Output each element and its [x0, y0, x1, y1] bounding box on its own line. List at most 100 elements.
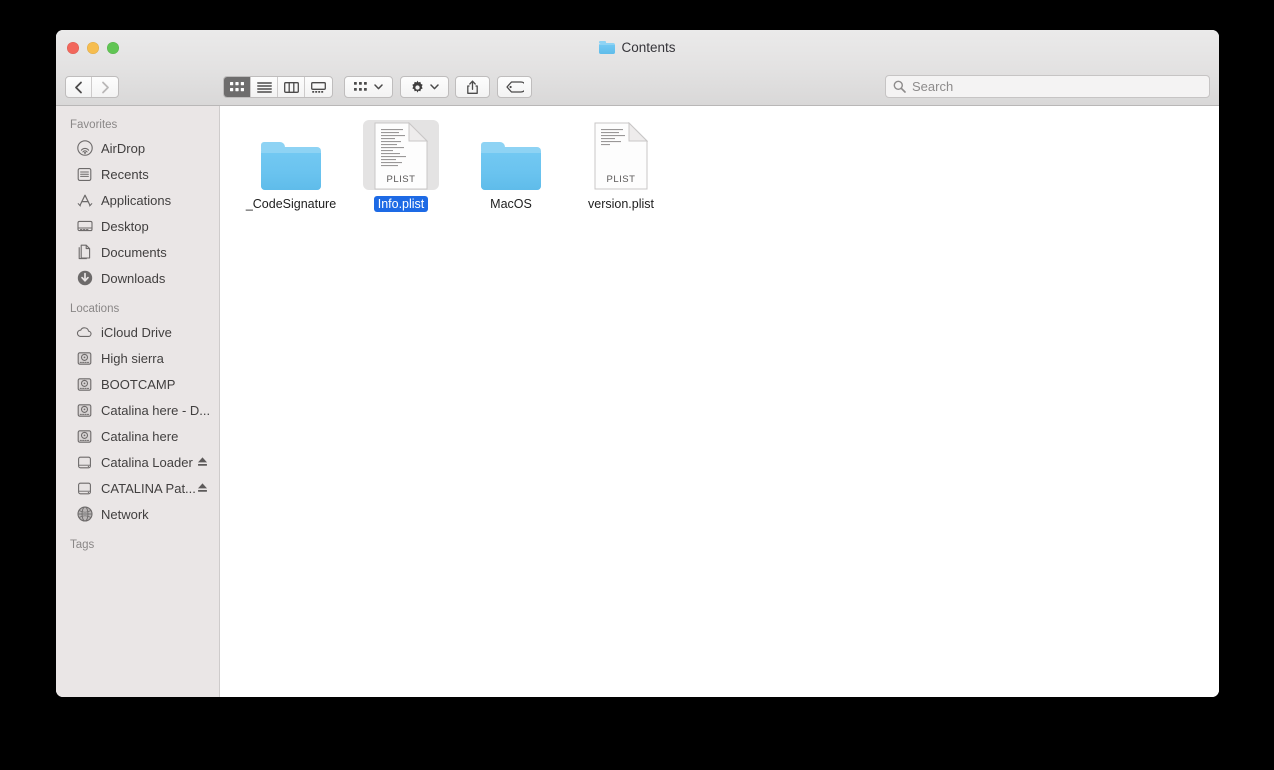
sidebar-item-desktop[interactable]: Desktop — [56, 213, 219, 239]
search-icon — [893, 80, 906, 93]
desktop-icon — [76, 218, 93, 235]
sidebar-item-label: Network — [101, 506, 149, 522]
sidebar-item-label: Documents — [101, 244, 167, 260]
folder-icon — [261, 142, 321, 190]
file-icon-wrap — [473, 120, 549, 190]
file-grid[interactable]: _CodeSignature PLIST Info.plist MacOS PL… — [220, 106, 1219, 697]
sidebar-section-tags-header: Tags — [70, 539, 95, 551]
file-icon-wrap — [253, 120, 329, 190]
sidebar-item-icloud-drive[interactable]: iCloud Drive — [56, 319, 219, 345]
sidebar-item-label: Catalina here - D... — [101, 402, 211, 418]
list-icon — [256, 81, 272, 93]
internal-drive-icon — [76, 376, 93, 393]
window-body: Favorites AirDrop Recents Applications D… — [56, 106, 1219, 697]
recents-icon — [76, 166, 93, 183]
grid-icon — [229, 81, 244, 91]
share-icon — [467, 80, 478, 94]
share-button[interactable] — [455, 76, 490, 98]
sidebar-item-label: High sierra — [101, 350, 164, 366]
sidebar-item-recents[interactable]: Recents — [56, 161, 219, 187]
sidebar-item-catalina-loader[interactable]: Catalina Loader — [56, 449, 219, 475]
chevron-right-icon — [101, 81, 109, 93]
list-view-button[interactable] — [251, 77, 278, 97]
toolbar: Search — [56, 68, 1219, 106]
sidebar-item-label: Catalina Loader — [101, 454, 193, 470]
sidebar-item-network[interactable]: Network — [56, 501, 219, 527]
finder-window: Contents Search Favorites AirDrop Recent… — [56, 30, 1219, 697]
sidebar-item-bootcamp[interactable]: BOOTCAMP — [56, 371, 219, 397]
gallery-icon — [311, 81, 326, 93]
svg-text:PLIST: PLIST — [387, 174, 416, 185]
internal-drive-icon — [76, 350, 93, 367]
view-mode-buttons — [223, 76, 333, 98]
sidebar-item-label: AirDrop — [101, 140, 146, 156]
sidebar-item-catalina-here-d[interactable]: Catalina here - D... — [56, 397, 219, 423]
forward-button[interactable] — [92, 77, 118, 97]
file-item-info-plist[interactable]: PLIST Info.plist — [346, 116, 456, 212]
downloads-icon — [76, 270, 93, 287]
documents-icon — [76, 244, 93, 261]
chevron-down-icon — [374, 84, 383, 90]
navigation-buttons — [65, 76, 119, 98]
file-label[interactable]: _CodeSignature — [242, 196, 340, 212]
sidebar-item-label: Desktop — [101, 218, 149, 234]
chevron-down-icon — [430, 84, 439, 90]
eject-icon[interactable] — [197, 455, 208, 473]
window-title-text: Contents — [621, 40, 676, 55]
file-item-macos[interactable]: MacOS — [456, 116, 566, 212]
column-view-button[interactable] — [278, 77, 305, 97]
plist-document-icon: PLIST — [594, 122, 648, 190]
folder-icon — [599, 41, 616, 54]
sidebar-item-label: Recents — [101, 166, 149, 182]
title-bar: Contents — [56, 30, 1219, 68]
sidebar-item-airdrop[interactable]: AirDrop — [56, 135, 219, 161]
icon-view-button[interactable] — [224, 77, 251, 97]
sidebar-item-label: CATALINA Pat... — [101, 480, 196, 496]
sidebar-section-locations-header: Locations — [70, 303, 120, 315]
sidebar-item-label: Downloads — [101, 270, 166, 286]
airdrop-icon — [76, 140, 93, 157]
file-label[interactable]: version.plist — [584, 196, 658, 212]
gear-icon — [412, 80, 423, 93]
sidebar-section-favorites-header: Favorites — [70, 119, 118, 131]
sidebar-item-catalina-here[interactable]: Catalina here — [56, 423, 219, 449]
action-menu-button[interactable] — [400, 76, 449, 98]
tag-button[interactable] — [497, 76, 532, 98]
internal-drive-icon — [76, 428, 93, 445]
grid-small-icon — [354, 81, 367, 91]
search-input[interactable]: Search — [912, 79, 953, 94]
sidebar-item-downloads[interactable]: Downloads — [56, 265, 219, 291]
sidebar-item-label: Applications — [101, 192, 172, 208]
external-drive-icon — [76, 454, 93, 471]
sidebar-item-label: iCloud Drive — [101, 324, 172, 340]
icloud-icon — [76, 324, 93, 341]
sidebar-item-label: BOOTCAMP — [101, 376, 176, 392]
window-title: Contents — [56, 40, 1219, 55]
gallery-view-button[interactable] — [305, 77, 332, 97]
tag-icon — [505, 81, 524, 93]
eject-icon[interactable] — [197, 481, 208, 499]
external-drive-icon — [76, 480, 93, 497]
file-item-codesignature[interactable]: _CodeSignature — [236, 116, 346, 212]
sidebar-item-label: Catalina here — [101, 428, 179, 444]
applications-icon — [76, 192, 93, 209]
file-icon-wrap: PLIST — [363, 120, 439, 190]
sidebar-item-applications[interactable]: Applications — [56, 187, 219, 213]
search-field[interactable]: Search — [885, 75, 1210, 98]
folder-icon — [481, 142, 541, 190]
file-icon-wrap: PLIST — [583, 120, 659, 190]
file-label[interactable]: Info.plist — [373, 196, 429, 212]
network-icon — [76, 506, 93, 523]
internal-drive-icon — [76, 402, 93, 419]
sidebar-item-catalina-patcher[interactable]: CATALINA Pat... — [56, 475, 219, 501]
sidebar: Favorites AirDrop Recents Applications D… — [56, 106, 220, 697]
columns-icon — [283, 81, 299, 93]
group-items-button[interactable] — [344, 76, 393, 98]
sidebar-item-documents[interactable]: Documents — [56, 239, 219, 265]
sidebar-item-high-sierra[interactable]: High sierra — [56, 345, 219, 371]
plist-document-icon: PLIST — [374, 122, 428, 190]
back-button[interactable] — [66, 77, 92, 97]
chevron-left-icon — [75, 81, 82, 93]
file-label[interactable]: MacOS — [486, 196, 536, 212]
file-item-version-plist[interactable]: PLIST version.plist — [566, 116, 676, 212]
